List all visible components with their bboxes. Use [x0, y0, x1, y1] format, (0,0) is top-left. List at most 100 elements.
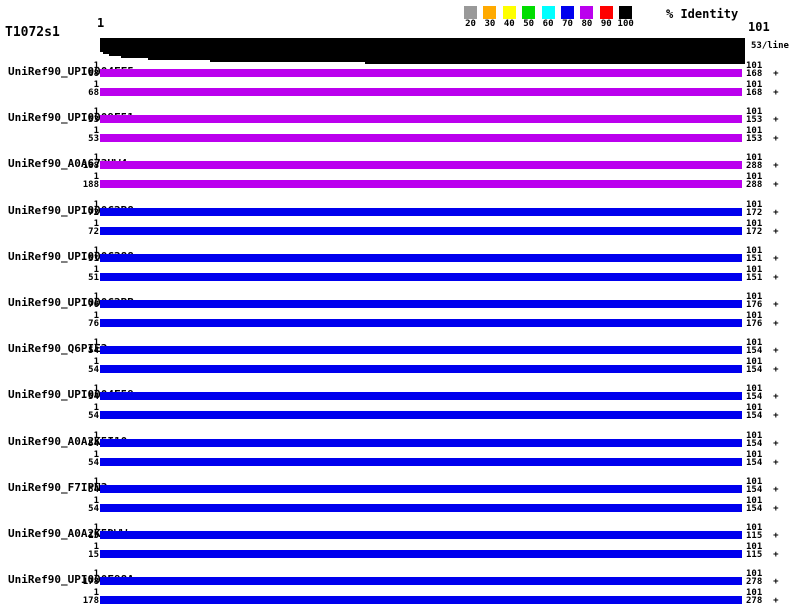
hsp-start-coords: 168: [39, 62, 99, 78]
legend-swatch-80: [580, 6, 593, 19]
subject-start: 76: [88, 319, 99, 329]
subject-start: 54: [88, 458, 99, 468]
hsp-bar: [100, 134, 742, 142]
hsp-bar: [100, 458, 742, 466]
subject-end-strand: 153 +: [746, 115, 779, 125]
subject-start: 54: [88, 346, 99, 356]
subject-end-strand: 172 +: [746, 208, 779, 218]
subject-end-strand: 154 +: [746, 346, 779, 356]
subject-end-strand: 154 +: [746, 411, 779, 421]
legend-value-100: 100: [613, 20, 639, 29]
subject-start: 76: [88, 300, 99, 310]
hsp-start-coords: 151: [39, 247, 99, 263]
legend-swatch-70: [561, 6, 574, 19]
subject-end-strand: 288 +: [746, 161, 779, 171]
hsp-bar: [100, 227, 742, 235]
subject-start: 72: [88, 208, 99, 218]
subject-start: 54: [88, 439, 99, 449]
subject-end-strand: 115 +: [746, 531, 779, 541]
hsp-end-coords: 101176 +: [746, 293, 779, 309]
hsp-end-coords: 101115 +: [746, 524, 779, 540]
hsp-bar: [100, 411, 742, 419]
hsp-end-coords: 101278 +: [746, 589, 779, 605]
subject-start: 54: [88, 485, 99, 495]
subject-end-strand: 278 +: [746, 596, 779, 606]
hsp-start-coords: 1178: [39, 570, 99, 586]
subject-end-strand: 176 +: [746, 319, 779, 329]
subject-end-strand: 172 +: [746, 227, 779, 237]
subject-end-strand: 154 +: [746, 458, 779, 468]
subject-end-strand: 288 +: [746, 180, 779, 190]
subject-end-strand: 278 +: [746, 577, 779, 587]
hsp-start-coords: 153: [39, 127, 99, 143]
hsp-start-coords: 154: [39, 451, 99, 467]
subject-end-strand: 154 +: [746, 392, 779, 402]
subject-start: 68: [88, 88, 99, 98]
hsp-bar: [100, 115, 742, 123]
hsp-bar: [100, 392, 742, 400]
hsp-end-coords: 101154 +: [746, 432, 779, 448]
legend-swatch-40: [503, 6, 516, 19]
hsp-end-coords: 101154 +: [746, 385, 779, 401]
subject-end-strand: 151 +: [746, 254, 779, 264]
hsp-bar: [100, 319, 742, 327]
hsp-bar: [100, 180, 742, 188]
subject-start: 54: [88, 392, 99, 402]
hsp-bar: [100, 550, 742, 558]
subject-end-strand: 115 +: [746, 550, 779, 560]
hsp-bar: [100, 365, 742, 373]
hsp-end-coords: 101172 +: [746, 201, 779, 217]
hsp-start-coords: 153: [39, 108, 99, 124]
legend-swatch-50: [522, 6, 535, 19]
hsp-end-coords: 101288 +: [746, 154, 779, 170]
subject-start: 15: [88, 550, 99, 560]
hsp-bar: [100, 300, 742, 308]
subject-end-strand: 168 +: [746, 88, 779, 98]
hsp-start-coords: 151: [39, 266, 99, 282]
hsp-bar: [100, 208, 742, 216]
hsp-start-coords: 172: [39, 220, 99, 236]
subject-end-strand: 154 +: [746, 439, 779, 449]
hsp-end-coords: 101154 +: [746, 358, 779, 374]
hsp-start-coords: 115: [39, 543, 99, 559]
hsp-bar: [100, 485, 742, 493]
hsp-end-coords: 101154 +: [746, 404, 779, 420]
hsp-bar: [100, 504, 742, 512]
hsp-bar: [100, 88, 742, 96]
subject-start: 53: [88, 134, 99, 144]
subject-start: 72: [88, 227, 99, 237]
scale-end-tick: 101: [748, 21, 770, 33]
hsp-start-coords: 1188: [39, 154, 99, 170]
hsp-bar: [100, 254, 742, 262]
subject-end-strand: 154 +: [746, 504, 779, 514]
hsp-end-coords: 101278 +: [746, 570, 779, 586]
subject-start: 53: [88, 115, 99, 125]
subject-start: 68: [88, 69, 99, 79]
hsp-end-coords: 101154 +: [746, 339, 779, 355]
subject-end-strand: 154 +: [746, 485, 779, 495]
subject-start: 54: [88, 411, 99, 421]
hsp-start-coords: 154: [39, 339, 99, 355]
hsp-bar: [100, 161, 742, 169]
hsp-end-coords: 101115 +: [746, 543, 779, 559]
hsp-start-coords: 154: [39, 432, 99, 448]
hsp-start-coords: 176: [39, 293, 99, 309]
subject-start: 15: [88, 531, 99, 541]
hsp-end-coords: 101172 +: [746, 220, 779, 236]
legend-swatch-20: [464, 6, 477, 19]
hsp-bar: [100, 346, 742, 354]
subject-start: 54: [88, 365, 99, 375]
hsp-start-coords: 115: [39, 524, 99, 540]
hsp-start-coords: 1178: [39, 589, 99, 605]
residues-per-line-label: 53/line: [751, 42, 789, 51]
hsp-end-coords: 101153 +: [746, 127, 779, 143]
subject-end-strand: 151 +: [746, 273, 779, 283]
legend-swatch-100: [619, 6, 632, 19]
hsp-bar: [100, 69, 742, 77]
scale-start-tick: 1: [97, 17, 104, 29]
hsp-end-coords: 101288 +: [746, 173, 779, 189]
subject-start: 188: [83, 161, 99, 171]
hsp-end-coords: 101154 +: [746, 497, 779, 513]
subject-start: 178: [83, 596, 99, 606]
hsp-bar: [100, 439, 742, 447]
